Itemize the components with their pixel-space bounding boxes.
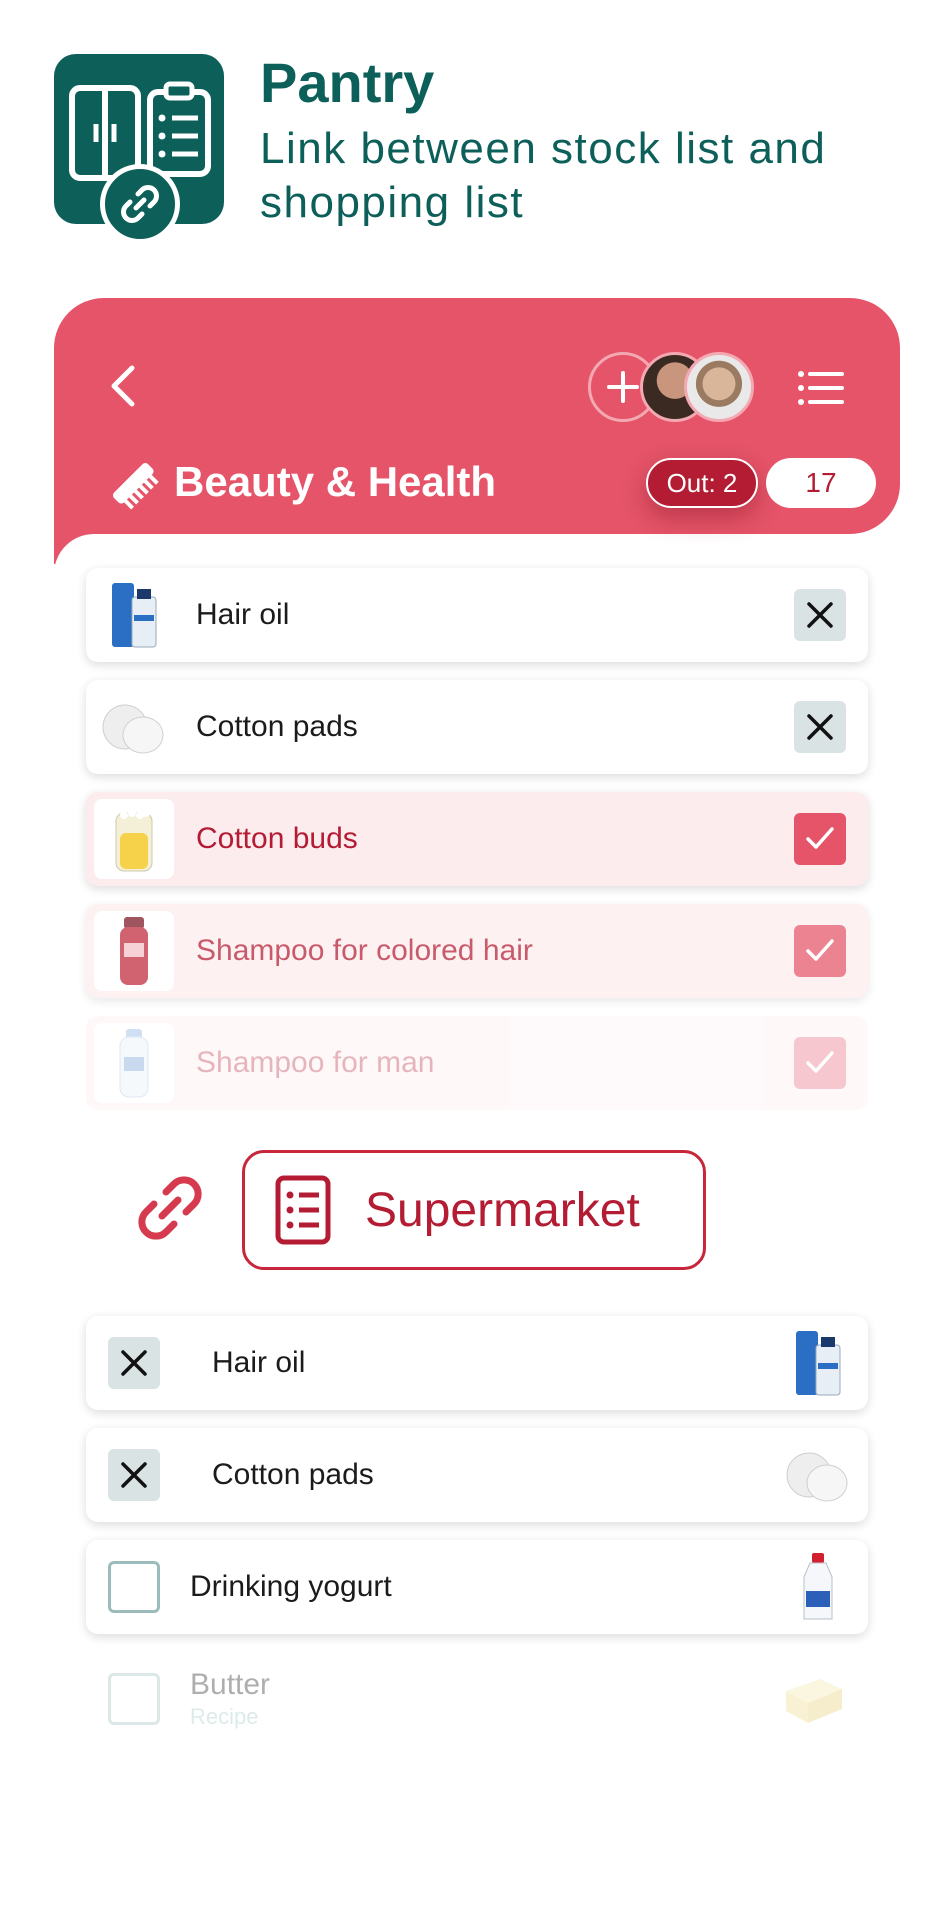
shopping-row-hair-oil[interactable]: Hair oil [86,1316,868,1410]
stock-row-hair-oil[interactable]: Hair oil [86,568,868,662]
check-toggle[interactable] [794,813,846,865]
out-of-stock-badge[interactable]: Out: 2 [646,458,758,508]
remove-toggle[interactable] [108,1337,160,1389]
shampoo-colored-image [94,911,174,991]
checkmark-icon [806,827,834,849]
item-sublabel: Recipe [190,1704,259,1729]
remove-toggle[interactable] [794,589,846,641]
link-badge-icon [100,164,180,244]
comb-icon [106,456,162,512]
check-circle[interactable] [108,1673,160,1725]
shopping-item-label: Drinking yogurt [190,1570,392,1603]
cotton-buds-image [94,799,174,879]
stock-item-label: Shampoo for man [196,1046,435,1079]
avatar-member-2[interactable] [684,352,754,422]
pantry-app-icon [54,54,224,244]
menu-button[interactable] [796,368,844,408]
stock-item-label: Cotton buds [196,822,358,855]
close-x-icon [807,602,833,628]
shopping-item-label: Hair oil [212,1346,306,1379]
linked-list-label: Supermarket [365,1183,640,1237]
close-x-icon [807,714,833,740]
checkmark-icon [806,1051,834,1073]
check-toggle[interactable] [794,925,846,977]
promo-title: Pantry [260,51,435,114]
stock-row-shampoo-man[interactable]: Shampoo for man [86,1016,868,1110]
add-icon [607,371,639,403]
menu-list-icon [798,371,844,405]
stock-row-cotton-pads[interactable]: Cotton pads [86,680,868,774]
shopping-list-icon [275,1175,331,1245]
back-chevron-icon [111,365,135,407]
stock-row-shampoo-colored[interactable]: Shampoo for colored hair [86,904,868,998]
category-title: Beauty & Health [174,458,497,505]
cotton-pads-image [778,1435,858,1515]
hair-oil-image [778,1323,858,1403]
shopping-item-label: Cotton pads [212,1458,374,1491]
back-button[interactable] [104,362,144,410]
check-toggle[interactable] [794,1037,846,1089]
shopping-row-butter[interactable]: Butter Recipe [86,1652,868,1746]
stock-row-cotton-buds[interactable]: Cotton buds [86,792,868,886]
checkmark-icon [806,939,834,961]
stock-item-label: Hair oil [196,598,290,631]
cotton-pads-image [94,687,174,767]
hair-oil-image [94,575,174,655]
close-x-icon [121,1462,147,1488]
stock-item-label: Shampoo for colored hair [196,934,533,967]
linked-shopping-list-button[interactable]: Supermarket [242,1150,706,1270]
shopping-row-cotton-pads[interactable]: Cotton pads [86,1428,868,1522]
promo-subtitle: Link between stock list and shopping lis… [260,124,827,227]
shampoo-man-image [94,1023,174,1103]
check-circle[interactable] [108,1561,160,1613]
stock-item-label: Cotton pads [196,710,358,743]
close-x-icon [121,1350,147,1376]
remove-toggle[interactable] [108,1449,160,1501]
item-count-badge[interactable]: 17 [766,458,876,508]
drinking-yogurt-image [778,1547,858,1627]
shopping-item-label: Butter Recipe [190,1668,778,1730]
butter-image [778,1659,858,1739]
shopping-row-drinking-yogurt[interactable]: Drinking yogurt [86,1540,868,1634]
link-icon [132,1170,208,1246]
remove-toggle[interactable] [794,701,846,753]
item-name: Butter [190,1668,271,1701]
